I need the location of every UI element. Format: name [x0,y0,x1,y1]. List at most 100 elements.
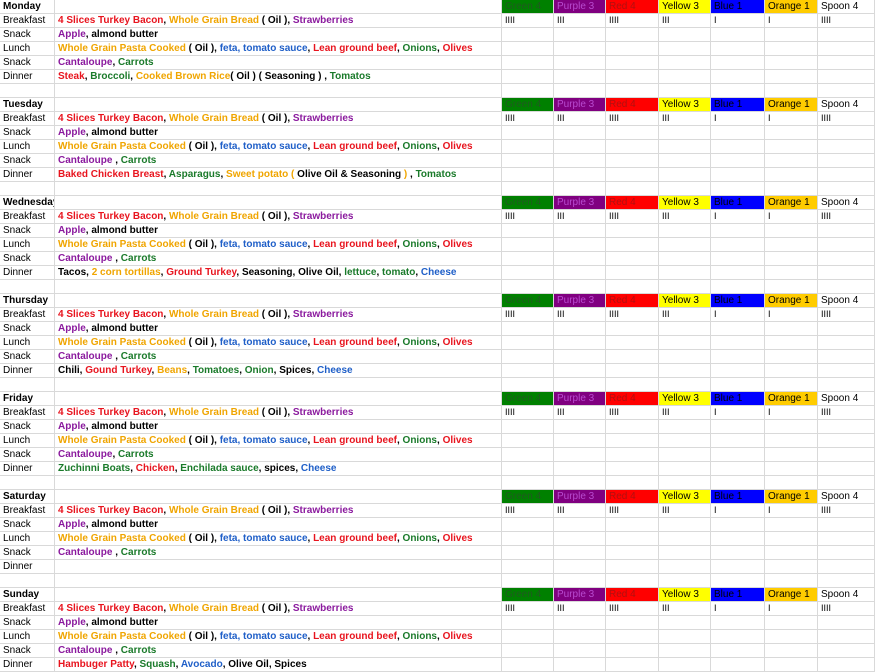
empty-cell[interactable] [711,364,765,377]
empty-cell[interactable] [659,518,711,531]
empty-cell[interactable] [818,616,875,629]
meal-label-cell[interactable]: Breakfast [0,602,55,615]
color-group-header-cell[interactable]: Orange 1 [765,0,818,13]
color-group-header-cell[interactable]: Yellow 3 [659,392,711,405]
color-group-header-cell[interactable]: Red 4 [606,294,659,307]
empty-cell[interactable] [554,336,606,349]
day-name-cell[interactable]: Thursday [0,294,55,307]
tally-cell[interactable]: I [711,308,765,321]
color-group-header-cell[interactable]: Spoon 4 [818,490,875,503]
empty-cell[interactable] [818,182,875,195]
empty-cell[interactable] [711,28,765,41]
empty-cell[interactable] [711,462,765,475]
empty-cell[interactable] [502,476,554,489]
tally-cell[interactable]: IIII [606,112,659,125]
empty-cell[interactable] [659,630,711,643]
empty-cell[interactable] [502,266,554,279]
empty-cell[interactable] [711,84,765,97]
tally-cell[interactable]: I [765,308,818,321]
tally-cell[interactable]: IIII [818,210,875,223]
empty-cell[interactable] [711,448,765,461]
tally-cell[interactable]: III [554,308,606,321]
empty-cell[interactable] [554,518,606,531]
food-cell[interactable]: 4 Slices Turkey Bacon, Whole Grain Bread… [55,504,502,517]
meal-label-cell[interactable]: Dinner [0,168,55,181]
food-cell[interactable]: Whole Grain Pasta Cooked ( Oil ), feta, … [55,140,502,153]
empty-cell[interactable] [711,266,765,279]
color-group-header-cell[interactable]: Red 4 [606,196,659,209]
empty-cell[interactable] [659,378,711,391]
meal-label-cell[interactable]: Lunch [0,42,55,55]
empty-cell[interactable] [606,378,659,391]
tally-cell[interactable]: III [659,112,711,125]
empty-cell[interactable] [606,462,659,475]
empty-cell[interactable] [818,378,875,391]
empty-cell[interactable] [818,266,875,279]
food-cell[interactable]: Baked Chicken Breast, Asparagus, Sweet p… [55,168,502,181]
tally-cell[interactable]: III [659,504,711,517]
food-cell[interactable] [55,560,502,573]
tally-cell[interactable]: III [659,308,711,321]
tally-cell[interactable]: I [711,210,765,223]
empty-cell[interactable] [0,280,55,293]
empty-cell[interactable] [765,84,818,97]
color-group-header-cell[interactable]: Red 4 [606,490,659,503]
empty-cell[interactable] [502,574,554,587]
empty-cell[interactable] [818,238,875,251]
empty-cell[interactable] [765,434,818,447]
empty-cell[interactable] [554,448,606,461]
empty-cell[interactable] [502,546,554,559]
food-cell[interactable]: 4 Slices Turkey Bacon, Whole Grain Bread… [55,14,502,27]
empty-cell[interactable] [711,434,765,447]
meal-label-cell[interactable]: Snack [0,448,55,461]
empty-cell[interactable] [606,84,659,97]
empty-cell[interactable] [554,616,606,629]
meal-label-cell[interactable]: Dinner [0,364,55,377]
empty-cell[interactable] [502,630,554,643]
empty-cell[interactable] [659,616,711,629]
empty-cell[interactable] [554,560,606,573]
meal-label-cell[interactable]: Dinner [0,560,55,573]
empty-cell[interactable] [606,238,659,251]
empty-cell[interactable] [659,420,711,433]
empty-cell[interactable] [554,168,606,181]
empty-cell[interactable] [502,448,554,461]
food-cell[interactable]: Cantaloupe , Carrots [55,644,502,657]
tally-cell[interactable]: IIII [818,406,875,419]
color-group-header-cell[interactable]: Green 4 [502,98,554,111]
empty-cell[interactable] [711,630,765,643]
empty-cell[interactable] [765,364,818,377]
empty-cell[interactable] [554,280,606,293]
meal-label-cell[interactable]: Snack [0,350,55,363]
empty-cell[interactable] [502,462,554,475]
empty-cell[interactable] [659,238,711,251]
empty-cell[interactable] [711,420,765,433]
empty-cell[interactable] [765,224,818,237]
color-group-header-cell[interactable]: Green 4 [502,294,554,307]
color-group-header-cell[interactable]: Red 4 [606,0,659,13]
color-group-header-cell[interactable]: Blue 1 [711,294,765,307]
tally-cell[interactable]: III [659,210,711,223]
food-cell[interactable]: Apple, almond butter [55,126,502,139]
empty-cell[interactable] [502,616,554,629]
empty-cell[interactable] [711,378,765,391]
empty-cell[interactable] [606,126,659,139]
food-cell[interactable]: Whole Grain Pasta Cooked ( Oil ), feta, … [55,238,502,251]
empty-cell[interactable] [502,70,554,83]
empty-cell[interactable] [765,252,818,265]
empty-cell[interactable] [765,168,818,181]
color-group-header-cell[interactable]: Green 4 [502,392,554,405]
tally-cell[interactable]: I [711,14,765,27]
tally-cell[interactable]: I [765,14,818,27]
day-name-cell[interactable]: Tuesday [0,98,55,111]
color-group-header-cell[interactable]: Spoon 4 [818,0,875,13]
empty-cell[interactable] [55,294,502,307]
empty-cell[interactable] [659,336,711,349]
empty-cell[interactable] [659,658,711,671]
color-group-header-cell[interactable]: Green 4 [502,196,554,209]
empty-cell[interactable] [606,560,659,573]
meal-label-cell[interactable]: Breakfast [0,504,55,517]
empty-cell[interactable] [554,84,606,97]
empty-cell[interactable] [55,574,502,587]
empty-cell[interactable] [765,238,818,251]
